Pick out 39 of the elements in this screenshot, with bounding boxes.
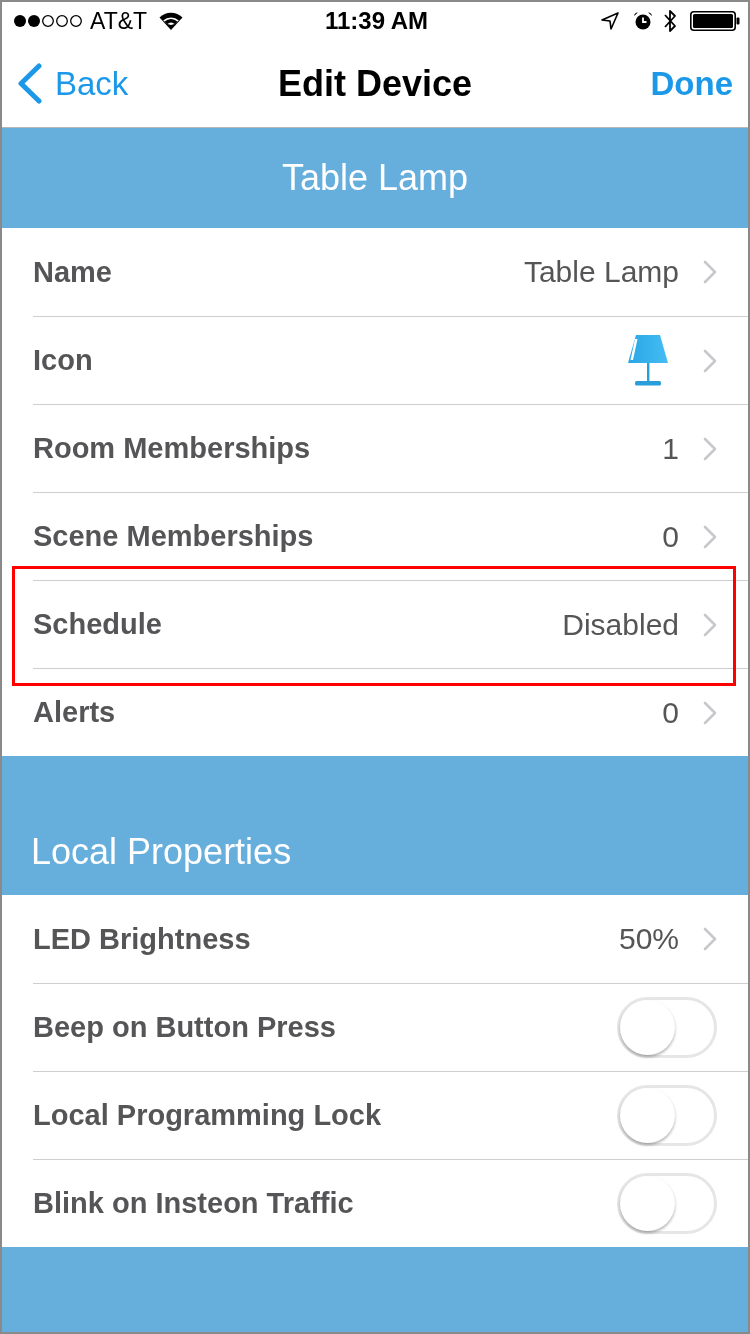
setting-label: Alerts	[33, 696, 117, 729]
chevron-right-icon[interactable]	[703, 348, 717, 373]
setting-value: 0	[662, 695, 679, 730]
nav-title: Edit Device	[277, 62, 473, 105]
setting-value: Table Lamp	[523, 255, 679, 289]
alarm-clock-icon	[633, 11, 653, 31]
setting-value: 50%	[618, 922, 679, 956]
device-name-heading: Table Lamp	[281, 157, 469, 199]
setting-label: Name	[33, 255, 113, 289]
setting-value: Disabled	[562, 607, 679, 642]
setting-label: Scene Memberships	[33, 520, 315, 553]
setting-label: Blink on Insteon Traffic	[33, 1187, 355, 1220]
section-title: Local Properties	[31, 831, 292, 873]
setting-label: LED Brightness	[33, 922, 252, 956]
signal-strength-icon	[13, 14, 83, 28]
setting-label: Schedule	[33, 608, 163, 641]
setting-label: Beep on Button Press	[33, 1011, 337, 1044]
setting-label: Local Programming Lock	[33, 1099, 383, 1132]
wifi-icon	[159, 12, 184, 30]
toggle-switch[interactable]	[617, 997, 717, 1058]
carrier-name: AT&T	[90, 7, 148, 35]
chevron-right-icon[interactable]	[703, 260, 717, 284]
back-button[interactable]: Back	[17, 63, 129, 104]
chevron-right-icon[interactable]	[703, 612, 717, 637]
done-button[interactable]: Done	[650, 64, 733, 103]
setting-value: 1	[662, 431, 679, 466]
chevron-right-icon[interactable]	[703, 436, 717, 461]
setting-value: 0	[662, 519, 679, 554]
setting-label: Icon	[33, 344, 94, 377]
chevron-right-icon[interactable]	[703, 700, 717, 725]
bluetooth-icon	[663, 8, 677, 34]
status-time: 11:39 AM	[324, 7, 429, 35]
battery-icon	[690, 11, 740, 31]
setting-label: Room Memberships	[33, 432, 312, 465]
location-arrow-icon	[601, 12, 619, 30]
back-chevron-icon[interactable]	[17, 63, 42, 104]
chevron-right-icon[interactable]	[703, 524, 717, 549]
chevron-right-icon[interactable]	[703, 927, 717, 951]
table-lamp-icon	[628, 334, 668, 387]
